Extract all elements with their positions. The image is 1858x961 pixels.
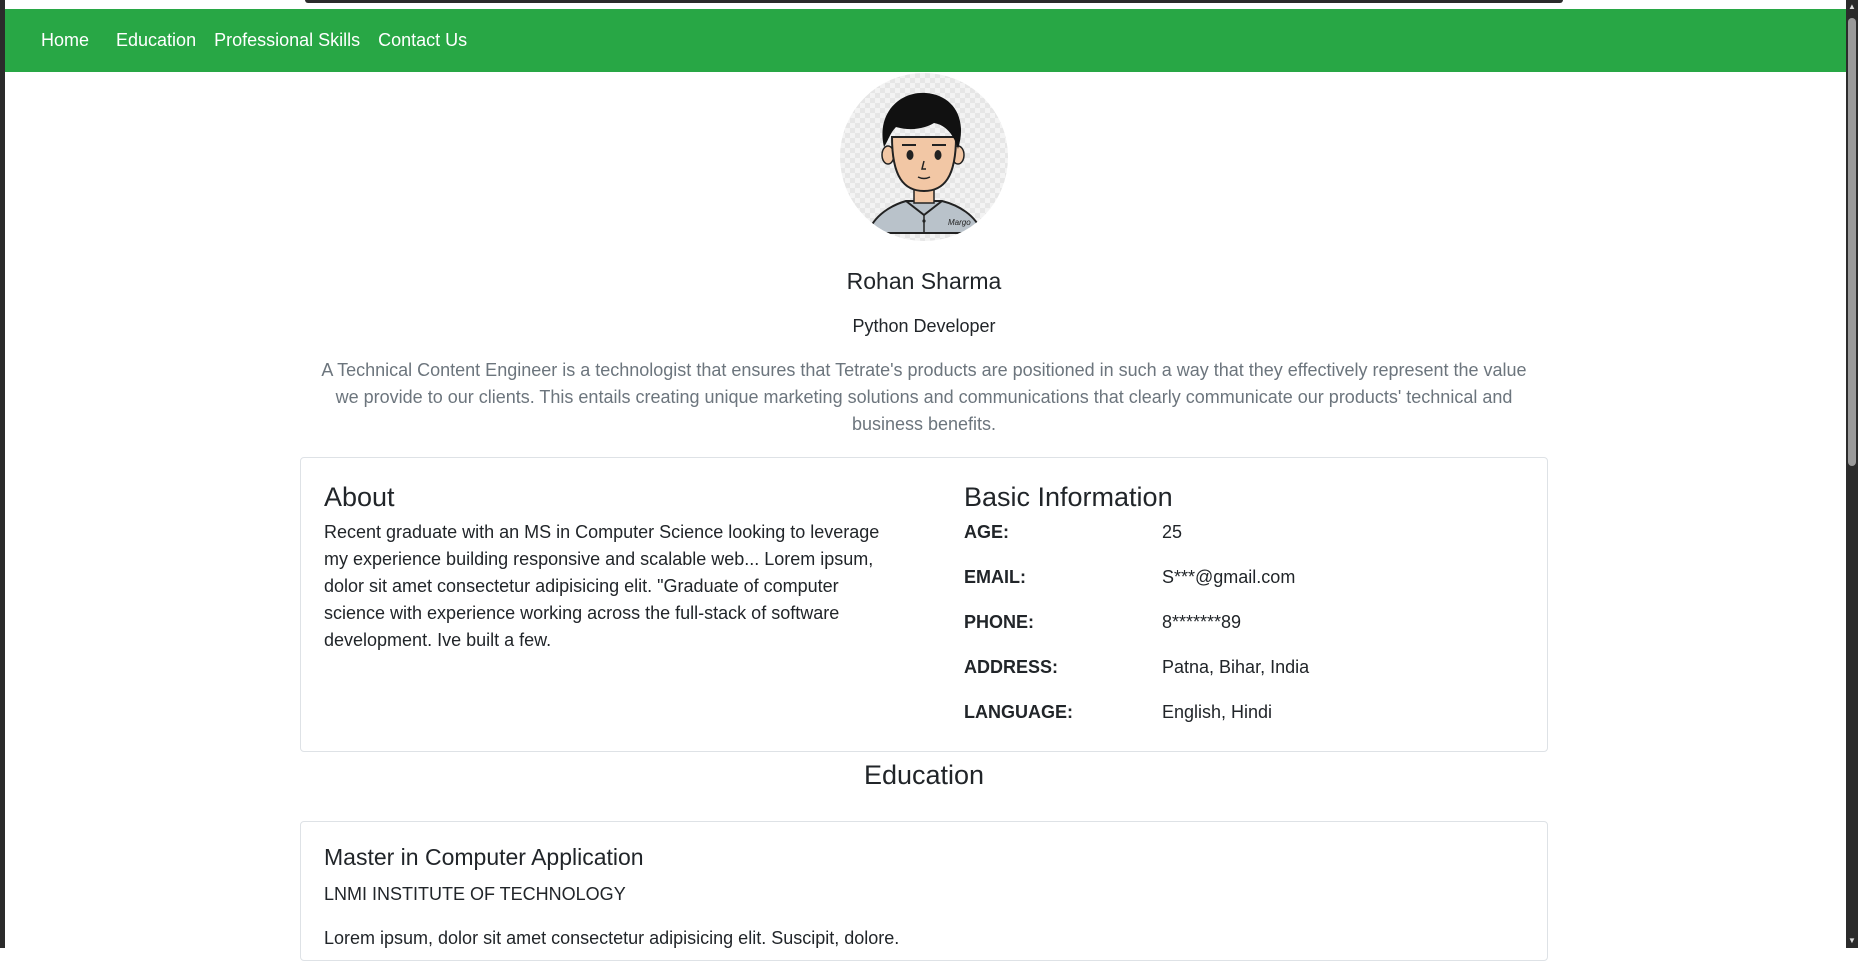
profile-summary: A Technical Content Engineer is a techno… [321, 360, 1527, 434]
nav-professional-skills-link[interactable]: Professional Skills [205, 30, 369, 51]
shirt-text: Margo [948, 218, 971, 227]
about-heading: About [324, 482, 395, 512]
about-card: About Recent graduate with an MS in Comp… [300, 457, 1548, 752]
about-text: Recent graduate with an MS in Computer S… [324, 522, 880, 650]
info-value: 25 [1162, 522, 1183, 542]
basic-info-heading: Basic Information [964, 482, 1173, 512]
info-label: PHONE: [964, 612, 1035, 632]
nav-education-link[interactable]: Education [107, 30, 205, 51]
nav-home-link[interactable]: Home [5, 30, 107, 51]
top-navbar: Home Education Professional Skills Conta… [5, 9, 1846, 72]
info-value: English, Hindi [1162, 702, 1273, 722]
about-section: About Recent graduate with an MS in Comp… [324, 480, 884, 654]
scrollbar-thumb[interactable] [1848, 18, 1856, 466]
info-row-email: EMAIL: S***@gmail.com [964, 564, 1524, 609]
info-row-phone: PHONE: 8*******89 [964, 609, 1524, 654]
profile-name: Rohan Sharma [846, 268, 1002, 294]
scroll-down-arrow-icon[interactable]: ▼ [1847, 936, 1857, 946]
window-left-edge [0, 0, 5, 948]
info-row-age: AGE: 25 [964, 519, 1524, 564]
info-value: 8*******89 [1162, 612, 1242, 632]
info-value: Patna, Bihar, India [1162, 657, 1310, 677]
info-value: S***@gmail.com [1162, 567, 1296, 587]
info-row-language: LANGUAGE: English, Hindi [964, 699, 1524, 744]
education-description: Lorem ipsum, dolor sit amet consectetur … [324, 928, 900, 948]
nav-contact-us-link[interactable]: Contact Us [369, 30, 476, 51]
info-label: LANGUAGE: [964, 702, 1073, 722]
browser-top-bar [305, 0, 1563, 3]
page-scrollbar[interactable]: ▲ ▼ [1846, 0, 1858, 948]
education-heading: Education [863, 760, 985, 790]
info-label: ADDRESS: [964, 657, 1059, 677]
profile-avatar: Margo [840, 73, 1008, 241]
education-card: Master in Computer Application LNMI INST… [300, 821, 1548, 961]
info-row-address: ADDRESS: Patna, Bihar, India [964, 654, 1524, 699]
info-label: EMAIL: [964, 567, 1026, 587]
profile-role: Python Developer [852, 316, 996, 336]
education-degree: Master in Computer Application [324, 844, 644, 870]
scroll-up-arrow-icon[interactable]: ▲ [1847, 2, 1857, 12]
info-label: AGE: [964, 522, 1009, 542]
basic-info-section: Basic Information AGE: 25 EMAIL: S***@gm… [964, 480, 1524, 744]
cartoon-avatar-icon: Margo [866, 92, 984, 234]
education-institute: LNMI INSTITUTE OF TECHNOLOGY [324, 884, 626, 904]
